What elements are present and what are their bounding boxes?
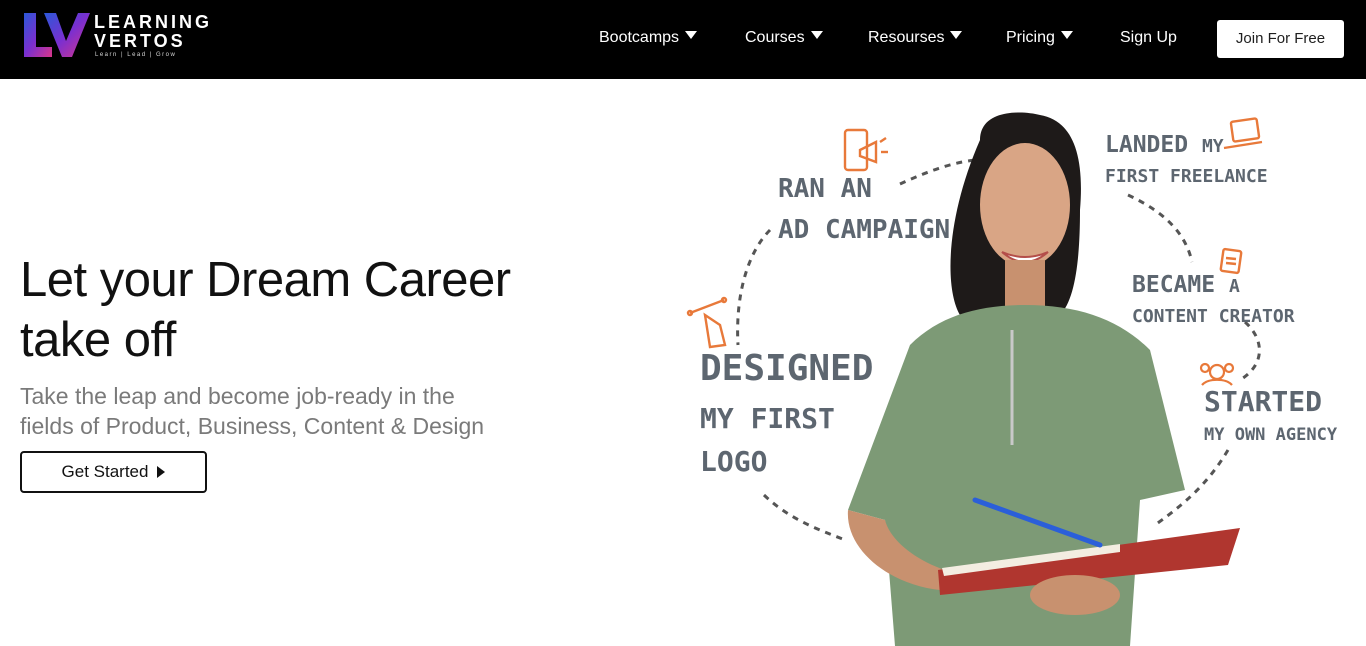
laptop-icon	[1223, 117, 1263, 150]
milestone-logo-line3: LOGO	[700, 445, 768, 478]
nav-pricing[interactable]: Pricing	[1006, 28, 1073, 48]
dashed-path	[1239, 320, 1261, 382]
milestone-creator-line1a: BECAME	[1132, 272, 1216, 298]
lv-logo-mark-icon	[24, 13, 90, 57]
woman-figure	[847, 112, 1240, 646]
play-arrow-icon	[157, 466, 166, 478]
hand	[1030, 575, 1120, 615]
hero-subtitle-line1: Take the leap and become job-ready in th…	[20, 383, 455, 409]
hero-subtitle: Take the leap and become job-ready in th…	[20, 381, 560, 441]
caret-down-icon	[810, 31, 823, 39]
hero-title-line1: Let your Dream Career	[20, 253, 511, 307]
join-for-free-button[interactable]: Join For Free	[1217, 20, 1344, 58]
shirt	[848, 305, 1185, 646]
nav-pricing-label: Pricing	[1006, 29, 1055, 46]
brand-logo[interactable]: LEARNING VERTOS Learn | Lead | Grow	[22, 11, 222, 61]
get-started-label: Get Started	[61, 462, 149, 481]
face	[980, 143, 1070, 267]
milestone-ad-line2: AD CAMPAIGN	[778, 215, 951, 245]
brand-name-line1: LEARNING	[94, 12, 212, 32]
document-icon	[1219, 247, 1243, 275]
caret-down-icon	[1060, 31, 1073, 39]
brand-name: LEARNING VERTOS	[94, 13, 212, 51]
nav-resourses-label: Resourses	[868, 29, 945, 46]
hero-illustration: RAN AN AD CAMPAIGN LANDED MY FIRST FREEL…	[680, 100, 1366, 646]
nav-bootcamps-label: Bootcamps	[599, 29, 680, 46]
milestone-freelance-line1b: MY	[1201, 136, 1224, 157]
nav-bootcamps[interactable]: Bootcamps	[599, 28, 698, 48]
get-started-button[interactable]: Get Started	[20, 451, 207, 493]
milestone-creator-line1b: A	[1228, 276, 1240, 297]
nav-courses[interactable]: Courses	[745, 28, 823, 48]
caret-down-icon	[685, 31, 698, 39]
dashed-path	[1127, 193, 1194, 263]
milestone-freelance-line1a: LANDED	[1105, 132, 1189, 158]
milestone-logo-line2: MY FIRST	[700, 402, 835, 435]
dashed-path	[762, 493, 846, 542]
milestone-logo-line1: DESIGNED	[700, 348, 874, 389]
milestone-ad-line1: RAN AN	[778, 174, 872, 204]
megaphone-phone-icon	[843, 128, 888, 172]
nav-courses-label: Courses	[745, 29, 805, 46]
top-navbar: LEARNING VERTOS Learn | Lead | Grow Boot…	[0, 0, 1366, 79]
dashed-path	[736, 228, 772, 346]
team-icon	[1199, 362, 1235, 386]
milestone-creator-line2: CONTENT CREATOR	[1132, 306, 1295, 327]
milestone-agency-line2: MY OWN AGENCY	[1204, 425, 1338, 445]
hero-subtitle-line2: fields of Product, Business, Content & D…	[20, 413, 485, 439]
milestone-freelance-line2: FIRST FREELANCE	[1105, 166, 1268, 187]
nav-resourses[interactable]: Resourses	[868, 28, 963, 48]
neck	[1005, 260, 1045, 310]
milestone-freelance-line1: LANDED MY	[1105, 132, 1224, 158]
hero-title-line2: take off	[20, 313, 176, 367]
brand-name-line2: VERTOS	[94, 31, 186, 51]
pen-tool-icon	[686, 296, 728, 349]
caret-down-icon	[950, 31, 963, 39]
hero-title: Let your Dream Career take off	[20, 250, 580, 370]
brand-tagline: Learn | Lead | Grow	[95, 52, 177, 58]
milestone-creator-line1: BECAME A	[1132, 272, 1240, 298]
milestone-agency-line1: STARTED	[1204, 385, 1323, 418]
signup-link[interactable]: Sign Up	[1120, 28, 1177, 48]
